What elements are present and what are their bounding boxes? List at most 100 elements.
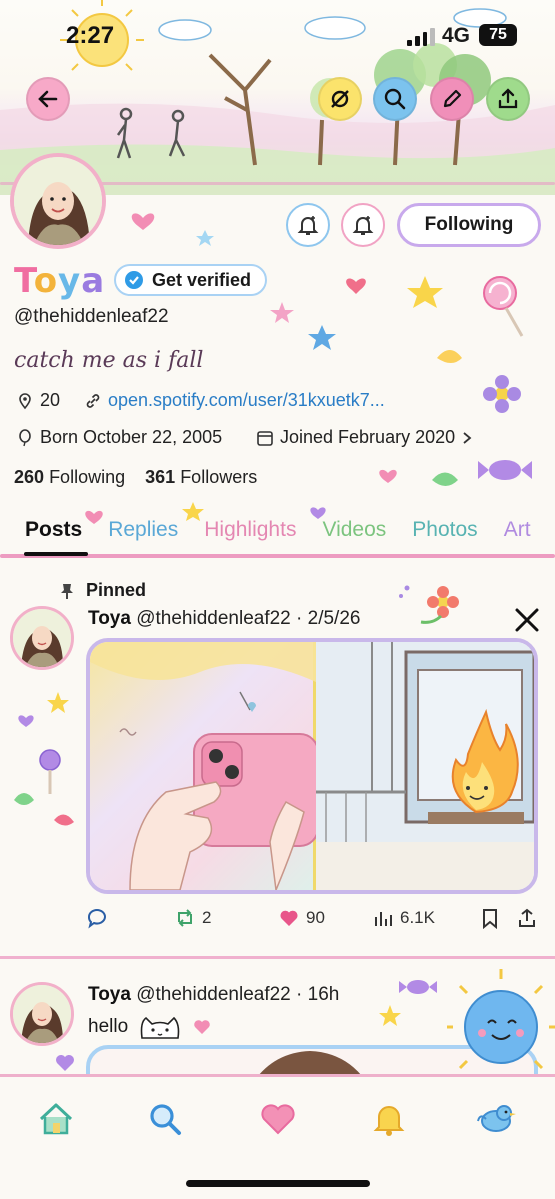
like-count: 90: [306, 908, 325, 927]
star-sticker-icon: [196, 230, 214, 246]
home-indicator: [186, 1180, 370, 1187]
signal-icon: [407, 28, 435, 46]
tab-stickers: [85, 502, 326, 524]
like-button[interactable]: 90: [278, 907, 372, 929]
post-author-handle[interactable]: @thehiddenleaf22: [136, 608, 291, 629]
mute-icon: [331, 90, 349, 108]
edit-button[interactable]: [430, 77, 474, 121]
post-share-button[interactable]: [516, 907, 538, 929]
search-icon: [150, 1104, 181, 1135]
search-icon: [384, 88, 406, 110]
star-sticker-icon: [47, 692, 69, 713]
share-icon: [498, 88, 518, 109]
flower-sticker-icon: [399, 585, 459, 624]
post-avatar[interactable]: [10, 606, 74, 670]
heart-filled-icon: [280, 910, 298, 926]
network-label: 4G: [442, 24, 471, 47]
repost-button[interactable]: 2: [174, 907, 278, 929]
status-time: 2:27: [66, 22, 115, 49]
pinned-label-row: Pinned: [58, 580, 146, 601]
reply-button[interactable]: [86, 907, 174, 929]
heart-icon: [261, 1104, 295, 1135]
fireplace-drawing: [316, 642, 534, 890]
candy-sticker-icon: [54, 814, 74, 826]
pinned-label: Pinned: [86, 580, 147, 600]
sun-drawing: [447, 969, 555, 1070]
heart-sticker-icon: [56, 1055, 74, 1071]
post-header: Toya @thehiddenleaf22 · 16h: [88, 984, 339, 1006]
share-icon: [519, 908, 535, 927]
post-separator: ·: [296, 984, 303, 1005]
views-chart-icon: [375, 912, 392, 926]
nav-likes-button[interactable]: [258, 1099, 298, 1139]
battery-indicator: 75: [479, 24, 517, 46]
sun-sticker: [379, 969, 555, 1070]
reply-icon: [88, 909, 107, 929]
bird-icon: [477, 1105, 516, 1132]
media-image-selfie[interactable]: [90, 642, 319, 890]
back-arrow-icon: [38, 90, 58, 108]
heart-sticker-icon: [346, 278, 366, 294]
post-separator: ·: [296, 608, 303, 629]
wrapped-candy-sticker-icon: [478, 460, 532, 480]
heart-sticker-icon: [131, 213, 155, 230]
x-logo-icon[interactable]: [514, 607, 540, 633]
heart-sticker-icon: [379, 469, 397, 483]
flower-sticker-icon: [483, 375, 521, 413]
pencil-icon: [443, 89, 462, 108]
post-text: hello: [88, 1016, 129, 1037]
repost-icon: [178, 909, 192, 927]
decorative-stickers: [131, 213, 532, 486]
post-author-name[interactable]: Toya: [88, 984, 131, 1005]
tab-photos[interactable]: Photos: [399, 512, 490, 556]
share-button[interactable]: [486, 77, 530, 121]
post-media[interactable]: [86, 638, 538, 894]
post-divider: [0, 956, 555, 959]
candy-sticker-icon: [432, 472, 458, 486]
pin-icon: [61, 583, 73, 599]
star-sticker-icon: [270, 302, 294, 323]
star-sticker-icon: [308, 325, 336, 350]
bookmark-icon: [483, 909, 497, 929]
star-sticker-icon: [182, 502, 204, 521]
post-date[interactable]: 2/5/26: [308, 608, 361, 629]
selfie-drawing: [90, 642, 319, 890]
post-text-row: hello: [88, 1012, 212, 1042]
star-sticker-icon: [407, 276, 443, 308]
avatar-drawing: [13, 609, 71, 667]
lollipop-sticker-icon: [483, 276, 524, 337]
avatar-drawing: [13, 985, 71, 1043]
wrapped-candy-sticker-icon: [399, 980, 437, 994]
heart-sticker-icon: [194, 1020, 210, 1034]
back-button[interactable]: [26, 77, 70, 121]
heart-sticker-icon: [85, 510, 103, 524]
search-button[interactable]: [373, 77, 417, 121]
candy-sticker-icon: [437, 350, 462, 363]
tab-art[interactable]: Art: [491, 512, 544, 556]
views-button[interactable]: 6.1K: [372, 907, 480, 929]
candy-sticker-icon: [14, 793, 34, 805]
nav-notifications-button[interactable]: [369, 1099, 409, 1139]
heart-sticker-icon: [18, 715, 34, 727]
post-date[interactable]: 16h: [308, 984, 340, 1005]
bookmark-button[interactable]: [480, 907, 516, 929]
active-tab-indicator: [24, 552, 88, 556]
nav-search-button[interactable]: [145, 1099, 185, 1139]
views-count: 6.1K: [400, 908, 435, 927]
mute-button[interactable]: [318, 77, 362, 121]
bell-icon: [373, 1106, 405, 1136]
post-side-stickers: [14, 692, 74, 826]
repost-count: 2: [202, 908, 212, 927]
heart-sticker-icon: [310, 507, 326, 519]
nav-messages-button[interactable]: [476, 1099, 516, 1139]
nav-home-button[interactable]: [36, 1099, 76, 1139]
cat-doodle-icon: [140, 1016, 180, 1039]
star-sticker-icon: [379, 1005, 401, 1026]
post-header: Toya @thehiddenleaf22 · 2/5/26: [88, 608, 360, 630]
media-image-fireplace[interactable]: [316, 642, 534, 890]
post-author-handle[interactable]: @thehiddenleaf22: [136, 984, 291, 1005]
lollipop-sticker-icon: [39, 749, 61, 794]
post-author-name[interactable]: Toya: [88, 608, 131, 629]
post-actions: 2 90 6.1K: [86, 903, 546, 933]
post-avatar[interactable]: [10, 982, 74, 1046]
